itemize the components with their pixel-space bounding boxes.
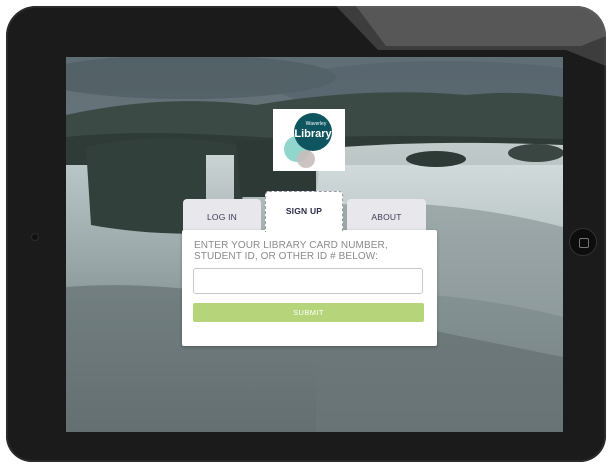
tablet-frame: Waverley Library LOG IN ABOUT ENTER YOUR… [6, 6, 606, 462]
id-prompt: ENTER YOUR LIBRARY CARD NUMBER, STUDENT … [194, 240, 426, 262]
sign-up-panel: ENTER YOUR LIBRARY CARD NUMBER, STUDENT … [182, 230, 437, 346]
app-screen: Waverley Library LOG IN ABOUT ENTER YOUR… [66, 57, 563, 432]
logo-graphic: Waverley Library [284, 113, 333, 168]
id-prompt-line-2: STUDENT ID, OR OTHER ID # BELOW: [194, 251, 378, 262]
home-button[interactable] [569, 228, 597, 256]
logo-wordmark-small: Waverley [306, 121, 327, 127]
library-logo: Waverley Library [273, 109, 345, 171]
library-id-input[interactable] [193, 268, 423, 294]
tab-about[interactable]: ABOUT [347, 199, 426, 232]
tab-log-in[interactable]: LOG IN [183, 199, 261, 232]
logo-wordmark: Library [294, 128, 332, 140]
submit-button[interactable]: SUBMIT [193, 303, 424, 322]
tab-sign-up[interactable]: SIGN UP [265, 191, 343, 232]
camera-dot [32, 234, 38, 240]
id-prompt-line-1: ENTER YOUR LIBRARY CARD NUMBER, [194, 240, 388, 251]
